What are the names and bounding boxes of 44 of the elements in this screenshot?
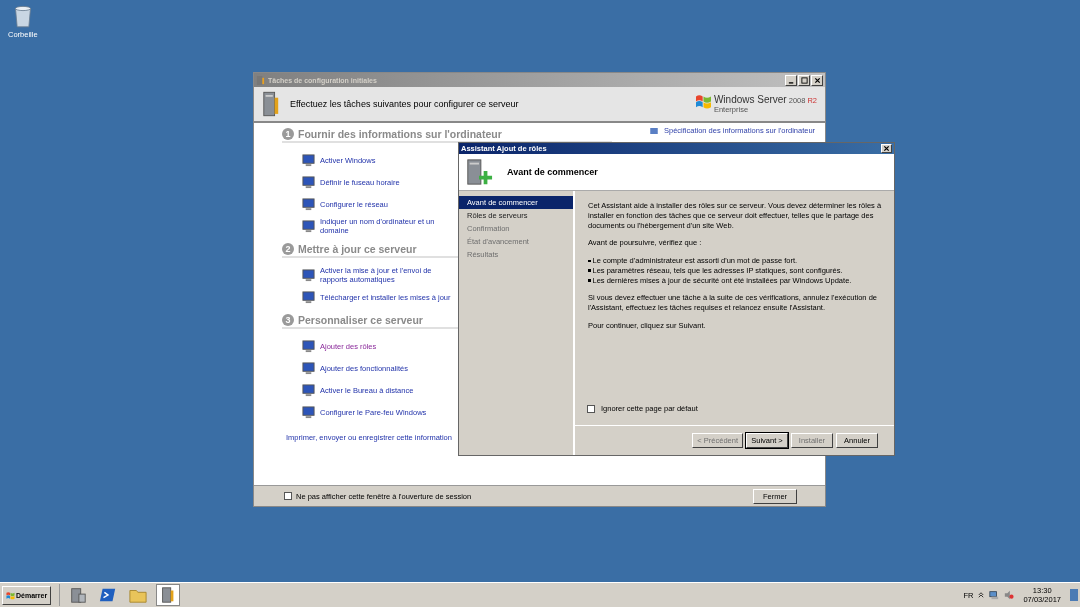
- step-number: 3: [282, 314, 294, 326]
- monitor-icon: [302, 405, 315, 419]
- minimize-button[interactable]: [785, 74, 797, 86]
- chevron-up-icon[interactable]: [978, 592, 985, 598]
- page-heading: Avant de commencer: [507, 167, 598, 177]
- server-icon: [256, 75, 265, 85]
- document-icon: [650, 127, 658, 134]
- taskbar-button[interactable]: [156, 584, 181, 606]
- speaker-muted-icon[interactable]: [1004, 590, 1015, 600]
- monitor-icon: [302, 383, 315, 397]
- section-heading: Fournir des informations sur l'ordinateur: [298, 128, 502, 140]
- close-button[interactable]: [811, 74, 823, 86]
- monitor-icon: [302, 290, 315, 304]
- checkbox[interactable]: [284, 492, 292, 500]
- monitor-icon: [302, 339, 315, 353]
- monitor-icon: [302, 197, 315, 211]
- step-number: 2: [282, 243, 294, 255]
- close-button[interactable]: [881, 144, 892, 153]
- monitor-icon: [302, 219, 315, 233]
- checkbox[interactable]: [587, 404, 595, 413]
- step-number: 1: [282, 128, 294, 140]
- section-heading: Mettre à jour ce serveur: [298, 243, 417, 255]
- flag-logo-icon: [694, 94, 712, 109]
- server-icon: [69, 586, 88, 604]
- bullet-icon: [588, 259, 591, 263]
- flag-logo-icon: [6, 590, 15, 600]
- section-heading: Personnaliser ce serveur: [298, 314, 423, 326]
- maximize-button[interactable]: [798, 74, 810, 86]
- terminal-icon: [99, 586, 118, 604]
- close-icon: [813, 76, 821, 84]
- close-icon: [883, 145, 890, 152]
- monitor-icon: [302, 268, 315, 282]
- monitor-icon: [302, 175, 315, 189]
- bullet-icon: [588, 279, 591, 282]
- server-plus-icon: [465, 158, 493, 186]
- monitor-icon: [302, 361, 315, 375]
- maximize-icon: [800, 76, 808, 84]
- header-text: Effectuez les tâches suivantes pour configurer ce serveur: [290, 99, 520, 109]
- product-name: Windows Server: [713, 94, 787, 105]
- recycle-bin-icon[interactable]: [12, 4, 33, 28]
- monitor-icon: [302, 153, 315, 167]
- network-icon[interactable]: [989, 590, 1000, 600]
- server-icon: [262, 90, 280, 118]
- bullet-icon: [588, 269, 591, 272]
